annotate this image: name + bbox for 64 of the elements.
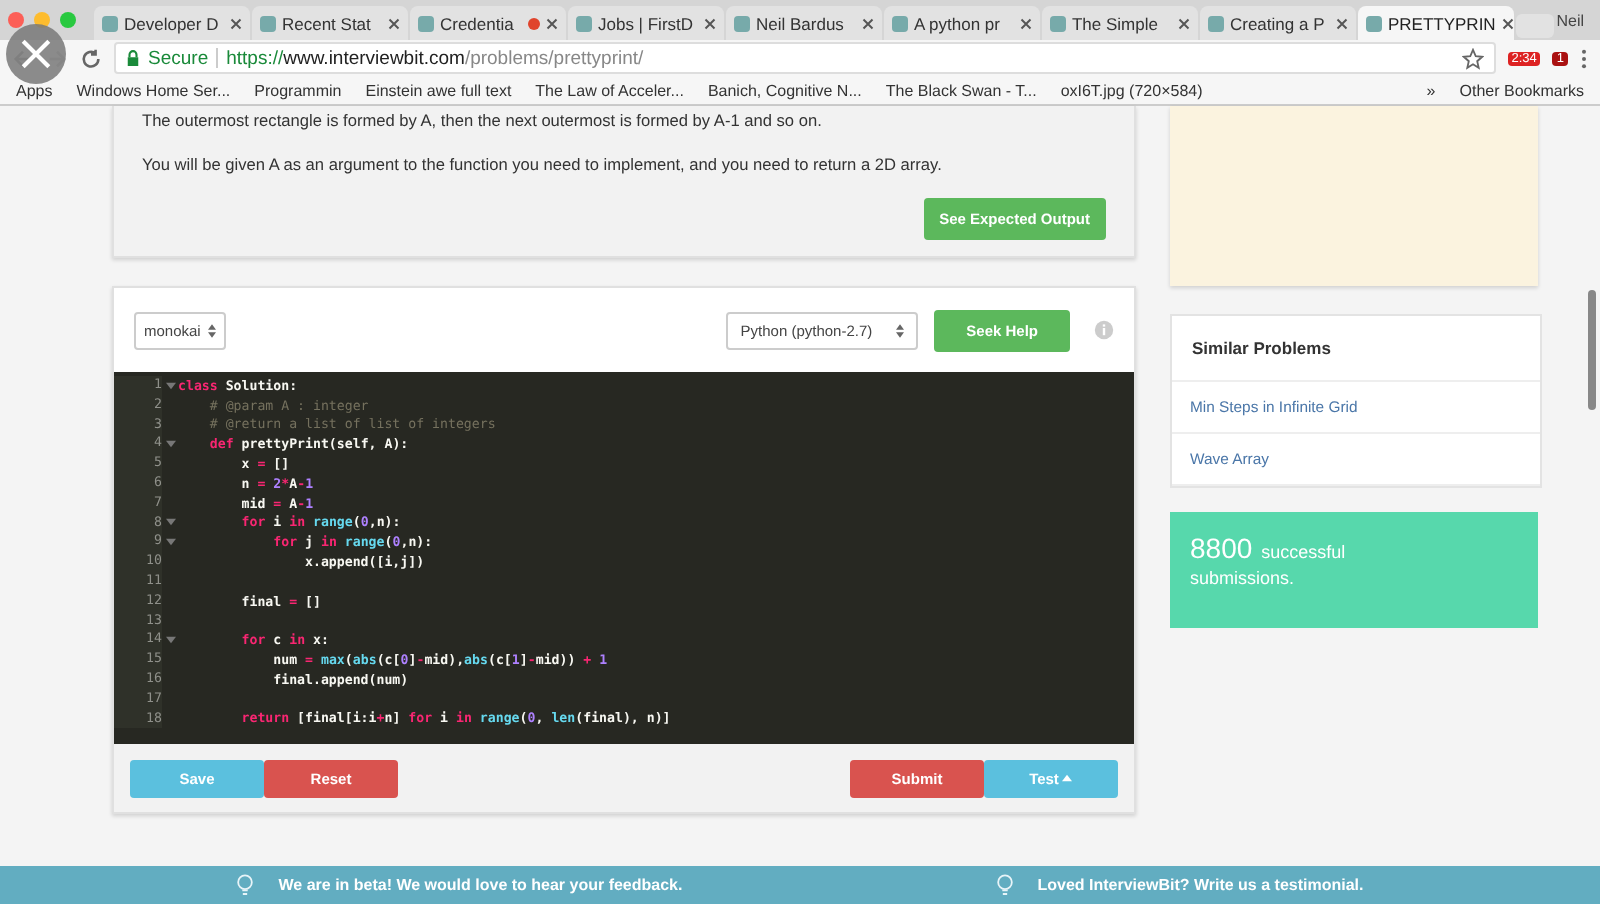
code-editor[interactable] bbox=[114, 372, 1134, 744]
submissions-label: submissions. bbox=[1190, 568, 1297, 588]
favicon-icon bbox=[1049, 15, 1066, 31]
bookmark[interactable]: Einstein awe full text bbox=[365, 81, 512, 99]
fold-icon[interactable] bbox=[165, 440, 175, 449]
close-icon[interactable] bbox=[1019, 17, 1032, 29]
close-window-button[interactable] bbox=[8, 12, 24, 28]
address-bar[interactable]: Secure https://www.interviewbit.com/problems/prettyprint/ bbox=[114, 42, 1496, 74]
browser-tab[interactable]: The Simple bbox=[1041, 6, 1198, 40]
favicon-icon bbox=[101, 15, 118, 31]
bookmark[interactable]: Windows Home Ser... bbox=[76, 81, 231, 99]
close-icon[interactable] bbox=[545, 17, 558, 29]
secure-label: Secure bbox=[148, 47, 209, 69]
close-icon[interactable] bbox=[1335, 17, 1348, 29]
profile-name[interactable]: Neil bbox=[1556, 11, 1584, 29]
fold-icon[interactable] bbox=[165, 381, 175, 390]
close-icon[interactable] bbox=[1501, 17, 1514, 29]
close-icon[interactable] bbox=[229, 17, 242, 29]
close-icon[interactable] bbox=[861, 17, 874, 29]
browser-tab[interactable]: Credentia bbox=[409, 6, 566, 40]
browser-tab[interactable]: Neil Bardus bbox=[725, 6, 882, 40]
fold-icon[interactable] bbox=[165, 518, 175, 527]
browser-tab[interactable]: A python pr bbox=[883, 6, 1040, 40]
bookmark[interactable]: oxI6T.jpg (720×584) bbox=[1060, 81, 1203, 99]
bookmark[interactable]: The Law of Acceler... bbox=[535, 81, 684, 99]
lightbulb-icon bbox=[995, 874, 1014, 896]
menu-icon[interactable] bbox=[1580, 47, 1588, 69]
close-icon[interactable] bbox=[387, 17, 400, 29]
browser-tab[interactable]: Developer D bbox=[93, 6, 250, 40]
submission-count: 8800 bbox=[1190, 532, 1253, 564]
fold-icon[interactable] bbox=[165, 636, 175, 645]
problem-text: The outermost rectangle is formed by A, then the next outermost is formed by A-1 and so on. bbox=[142, 110, 824, 130]
favicon-icon bbox=[575, 15, 592, 31]
favicon-icon bbox=[417, 15, 434, 31]
scrollbar-thumb[interactable] bbox=[1588, 290, 1596, 410]
bookmark[interactable]: The Black Swan - T... bbox=[885, 81, 1037, 99]
select-arrows-icon bbox=[208, 324, 217, 339]
panel-title: Similar Problems bbox=[1172, 316, 1540, 382]
reload-icon[interactable] bbox=[80, 47, 102, 69]
favicon-icon bbox=[1365, 15, 1382, 31]
browser-tab[interactable]: Jobs | FirstD bbox=[567, 6, 724, 40]
more-bookmarks-button[interactable]: » bbox=[1426, 81, 1436, 99]
bookmark[interactable]: Programmin bbox=[254, 81, 342, 99]
favicon-icon bbox=[891, 15, 908, 31]
caret-icon bbox=[1062, 774, 1073, 782]
lock-icon bbox=[126, 49, 140, 67]
close-icon[interactable] bbox=[1177, 17, 1190, 29]
fold-icon[interactable] bbox=[165, 538, 175, 547]
bookmark[interactable]: Apps bbox=[16, 81, 53, 99]
favicon-icon bbox=[259, 15, 276, 31]
close-icon[interactable] bbox=[703, 17, 716, 29]
other-bookmarks-folder[interactable]: Other Bookmarks bbox=[1459, 81, 1584, 99]
favicon-icon bbox=[1207, 15, 1224, 31]
favicon-icon bbox=[733, 15, 750, 31]
select-arrows-icon bbox=[896, 324, 905, 339]
star-icon[interactable] bbox=[1461, 47, 1484, 69]
browser-tab[interactable]: Recent Stat bbox=[251, 6, 408, 40]
problem-text: You will be given A as an argument to the function you need to implement, and you need to return a 2D array. bbox=[142, 154, 944, 174]
submissions-label: successful bbox=[1261, 542, 1346, 562]
url-text: https://www.interviewbit.com/problems/prettyprint/ bbox=[226, 47, 644, 69]
browser-tab[interactable]: Creating a P bbox=[1199, 6, 1356, 40]
lightbulb-icon bbox=[236, 874, 255, 896]
bookmark[interactable]: Banich, Cognitive N... bbox=[707, 81, 862, 99]
browser-tab[interactable]: PRETTYPRIN bbox=[1357, 6, 1514, 40]
